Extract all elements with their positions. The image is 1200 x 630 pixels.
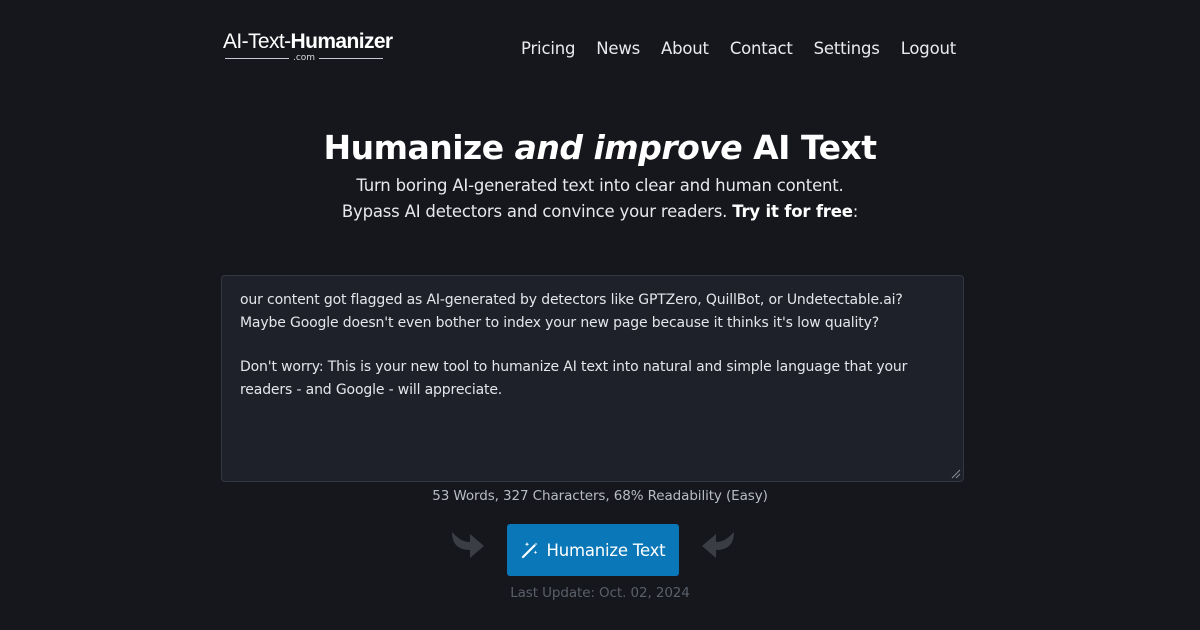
text-stats: 53 Words, 327 Characters, 68% Readabilit… [432,488,768,504]
nav-settings[interactable]: Settings [814,37,880,61]
nav-logout[interactable]: Logout [901,37,956,61]
nav-pricing[interactable]: Pricing [521,37,575,61]
nav-news[interactable]: News [596,37,640,61]
page-title: Humanize and improve AI Text [323,128,877,167]
magic-wand-icon [521,542,538,559]
resize-handle-icon[interactable] [949,467,961,479]
editor-paragraph: Don't worry: This is your new tool to hu… [240,359,908,398]
nav-about[interactable]: About [661,37,709,61]
last-update-text: Last Update: Oct. 02, 2024 [510,585,690,601]
hero-subtitle-line1: Turn boring AI-generated text into clear… [356,176,844,195]
try-free-text: Try it for free [732,202,853,221]
curved-arrow-right-icon [452,532,484,558]
humanize-text-button[interactable]: Humanize Text [507,524,679,576]
text-input-area[interactable]: our content got flagged as AI-generated … [221,275,964,482]
main-nav: Pricing News About Contact Settings Logo… [500,37,956,61]
logo[interactable]: AI-Text-Humanizer .com [223,30,393,63]
editor-paragraph: our content got flagged as AI-generated … [240,292,903,331]
nav-contact[interactable]: Contact [730,37,793,61]
curved-arrow-left-icon [702,532,734,558]
logo-domain: .com [223,53,387,63]
page: AI-Text-Humanizer .com Pricing News Abou… [0,0,1200,630]
hero-subtitle-line2: Bypass AI detectors and convince your re… [341,202,859,221]
logo-wordmark: AI-Text-Humanizer [223,30,393,53]
humanize-button-label: Humanize Text [546,540,666,560]
